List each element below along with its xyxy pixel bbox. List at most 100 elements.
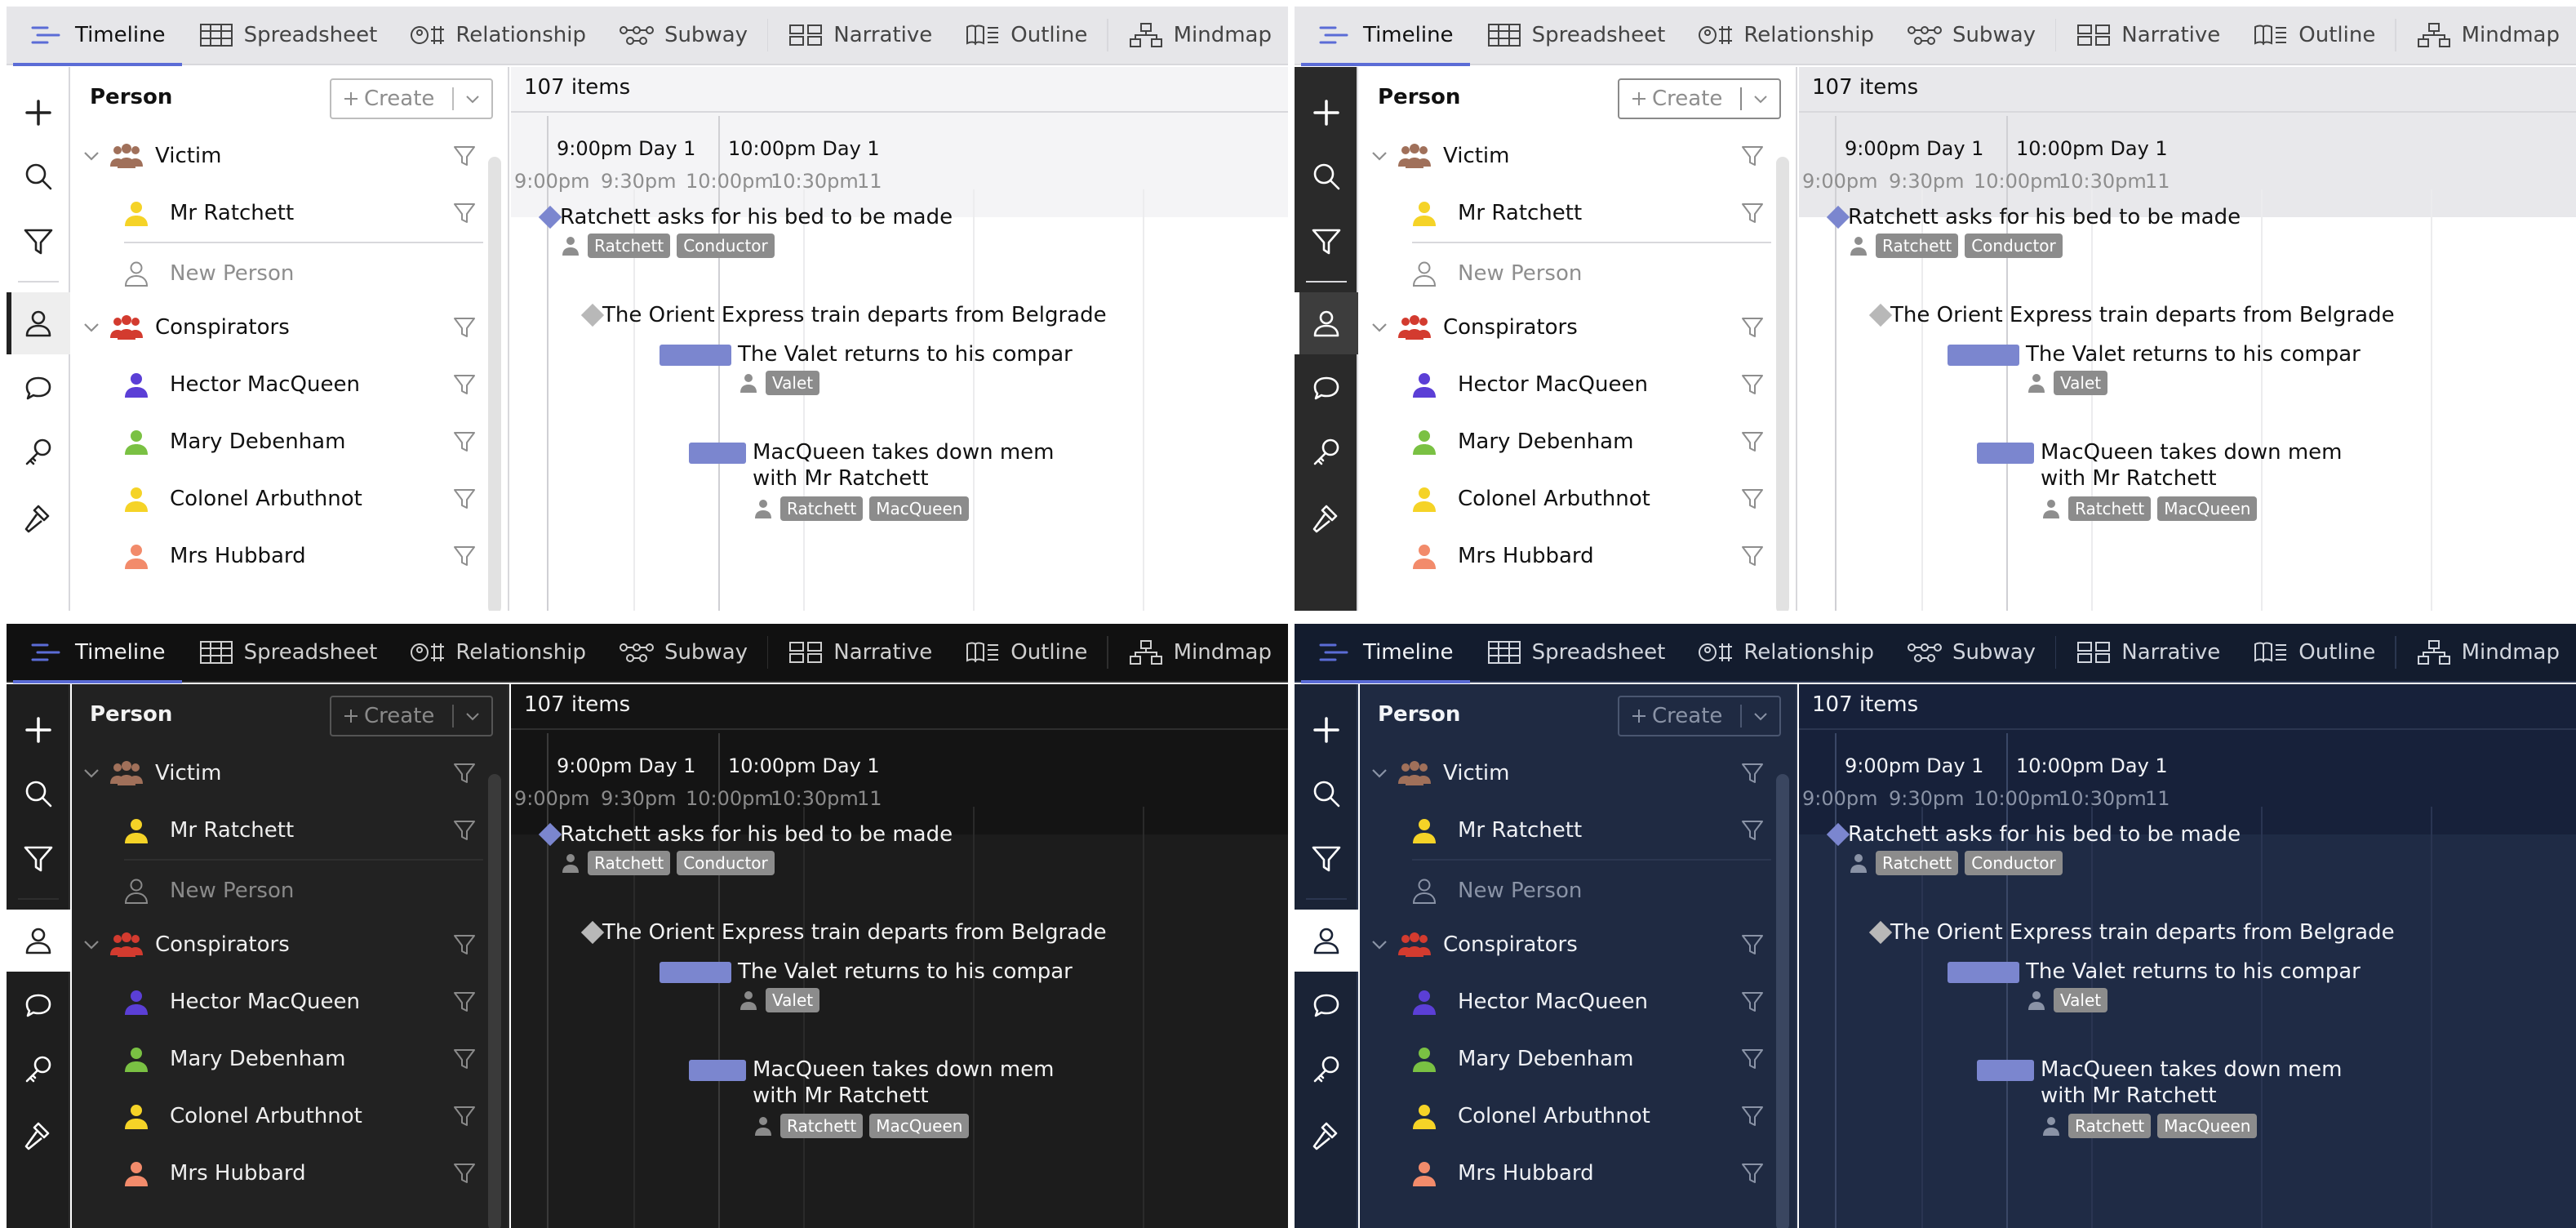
- list-scrollbar[interactable]: [488, 157, 501, 611]
- event-title[interactable]: MacQueen takes down mem: [2041, 1057, 2342, 1083]
- event-marker[interactable]: [1868, 303, 1893, 327]
- tab-mindmap[interactable]: Mindmap: [1112, 624, 1288, 682]
- tab-timeline[interactable]: Timeline: [13, 7, 182, 66]
- filter-icon[interactable]: [1740, 932, 1765, 957]
- filter-icon[interactable]: [452, 487, 477, 511]
- tab-relationship[interactable]: Relationship: [1681, 624, 1890, 682]
- event-title[interactable]: Ratchett asks for his bed to be made: [560, 821, 953, 848]
- list-item[interactable]: Mr Ratchett: [1360, 802, 1776, 859]
- new-person-row[interactable]: New Person: [1360, 862, 1776, 919]
- rail-key-button[interactable]: [1295, 1039, 1358, 1101]
- tag-chip[interactable]: MacQueen: [2157, 496, 2258, 521]
- event-title[interactable]: The Orient Express train departs from Be…: [1890, 302, 2395, 328]
- list-item[interactable]: Mrs Hubbard: [1360, 1145, 1776, 1202]
- tag-chip[interactable]: Conductor: [1965, 234, 2063, 258]
- filter-icon[interactable]: [452, 144, 477, 168]
- event-bar[interactable]: [1977, 443, 2034, 464]
- event-bar[interactable]: [1948, 962, 2019, 983]
- event-bar[interactable]: [689, 1060, 746, 1081]
- tab-spreadsheet[interactable]: Spreadsheet: [1470, 7, 1682, 65]
- filter-icon[interactable]: [452, 372, 477, 397]
- event-title-line2[interactable]: with Mr Ratchett: [753, 1083, 929, 1109]
- tag-chip[interactable]: Valet: [2054, 371, 2108, 395]
- tab-relationship[interactable]: Relationship: [1681, 7, 1890, 65]
- tag-chip[interactable]: MacQueen: [869, 1114, 970, 1138]
- chevron-down-icon[interactable]: [1368, 316, 1391, 339]
- tag-chip[interactable]: Ratchett: [780, 496, 864, 521]
- list-item[interactable]: Hector MacQueen: [72, 356, 488, 413]
- group-row-victim[interactable]: Victim: [1360, 127, 1776, 185]
- filter-icon[interactable]: [1740, 372, 1765, 397]
- event-title[interactable]: The Orient Express train departs from Be…: [602, 919, 1107, 945]
- rail-search-button[interactable]: [7, 145, 70, 207]
- list-item[interactable]: Mary Debenham: [1360, 1030, 1776, 1088]
- tab-subway[interactable]: Subway: [602, 7, 764, 65]
- filter-icon[interactable]: [1740, 429, 1765, 454]
- tab-relationship[interactable]: Relationship: [393, 7, 602, 65]
- group-row-conspirators[interactable]: Conspirators: [1360, 916, 1776, 973]
- rail-add-button[interactable]: [1295, 699, 1358, 761]
- timeline-canvas[interactable]: 107 items 9:00pm Day 1 10:00pm Day 1 9:0…: [511, 67, 1288, 611]
- filter-icon[interactable]: [452, 761, 477, 785]
- create-button[interactable]: Create: [1618, 78, 1781, 119]
- event-title-line2[interactable]: with Mr Ratchett: [2041, 1083, 2217, 1109]
- tag-chip[interactable]: Ratchett: [1876, 851, 1959, 875]
- rail-filter-button[interactable]: [7, 211, 70, 273]
- create-dropdown-button[interactable]: [454, 697, 491, 735]
- chevron-down-icon[interactable]: [80, 933, 103, 956]
- tag-chip[interactable]: Ratchett: [2068, 496, 2152, 521]
- list-item[interactable]: Mary Debenham: [72, 413, 488, 470]
- chevron-down-icon[interactable]: [1368, 762, 1391, 785]
- group-row-conspirators[interactable]: Conspirators: [72, 299, 488, 356]
- list-item[interactable]: Colonel Arbuthnot: [1360, 1088, 1776, 1145]
- group-row-victim[interactable]: Victim: [72, 745, 488, 802]
- list-item[interactable]: Mary Debenham: [72, 1030, 488, 1088]
- tab-narrative[interactable]: Narrative: [771, 7, 948, 65]
- tag-chip[interactable]: Ratchett: [780, 1114, 864, 1138]
- tab-mindmap[interactable]: Mindmap: [1112, 7, 1288, 65]
- tab-mindmap[interactable]: Mindmap: [2400, 7, 2576, 65]
- timeline-canvas[interactable]: 107 items 9:00pm Day 1 10:00pm Day 1 9:0…: [511, 684, 1288, 1228]
- filter-icon[interactable]: [452, 818, 477, 843]
- event-title[interactable]: MacQueen takes down mem: [753, 439, 1054, 465]
- tab-subway[interactable]: Subway: [602, 624, 764, 682]
- filter-icon[interactable]: [452, 1047, 477, 1071]
- list-scrollbar[interactable]: [1776, 774, 1789, 1228]
- filter-icon[interactable]: [1740, 1047, 1765, 1071]
- list-item[interactable]: Colonel Arbuthnot: [72, 470, 488, 527]
- tab-outline[interactable]: Outline: [948, 624, 1104, 682]
- filter-icon[interactable]: [452, 544, 477, 568]
- tab-outline[interactable]: Outline: [2236, 7, 2392, 65]
- chevron-down-icon[interactable]: [80, 145, 103, 167]
- rail-filter-button[interactable]: [1295, 828, 1358, 890]
- event-bar[interactable]: [689, 443, 746, 464]
- list-item[interactable]: Colonel Arbuthnot: [72, 1088, 488, 1145]
- tab-outline[interactable]: Outline: [948, 7, 1104, 65]
- create-button[interactable]: Create: [330, 696, 493, 736]
- filter-icon[interactable]: [1740, 818, 1765, 843]
- event-title[interactable]: MacQueen takes down mem: [753, 1057, 1054, 1083]
- rail-search-button[interactable]: [1295, 763, 1358, 825]
- event-title[interactable]: The Orient Express train departs from Be…: [1890, 919, 2395, 945]
- tab-narrative[interactable]: Narrative: [2059, 7, 2236, 65]
- create-button[interactable]: Create: [1618, 696, 1781, 736]
- filter-icon[interactable]: [452, 429, 477, 454]
- filter-icon[interactable]: [452, 990, 477, 1014]
- tag-chip[interactable]: Ratchett: [588, 234, 671, 258]
- chevron-down-icon[interactable]: [80, 762, 103, 785]
- rail-person-button[interactable]: [1295, 292, 1358, 354]
- rail-search-button[interactable]: [1295, 145, 1358, 207]
- create-main-button[interactable]: Create: [1619, 697, 1740, 735]
- rail-search-button[interactable]: [7, 763, 70, 825]
- rail-hammer-button[interactable]: [1295, 1104, 1358, 1166]
- event-title[interactable]: The Valet returns to his compar: [2026, 341, 2361, 367]
- filter-icon[interactable]: [452, 1161, 477, 1186]
- event-title[interactable]: MacQueen takes down mem: [2041, 439, 2342, 465]
- list-item[interactable]: Mr Ratchett: [1360, 185, 1776, 242]
- filter-icon[interactable]: [1740, 990, 1765, 1014]
- filter-icon[interactable]: [452, 315, 477, 340]
- rail-hammer-button[interactable]: [7, 487, 70, 549]
- event-marker[interactable]: [1868, 920, 1893, 945]
- tab-narrative[interactable]: Narrative: [2059, 624, 2236, 682]
- list-item[interactable]: Mrs Hubbard: [72, 1145, 488, 1202]
